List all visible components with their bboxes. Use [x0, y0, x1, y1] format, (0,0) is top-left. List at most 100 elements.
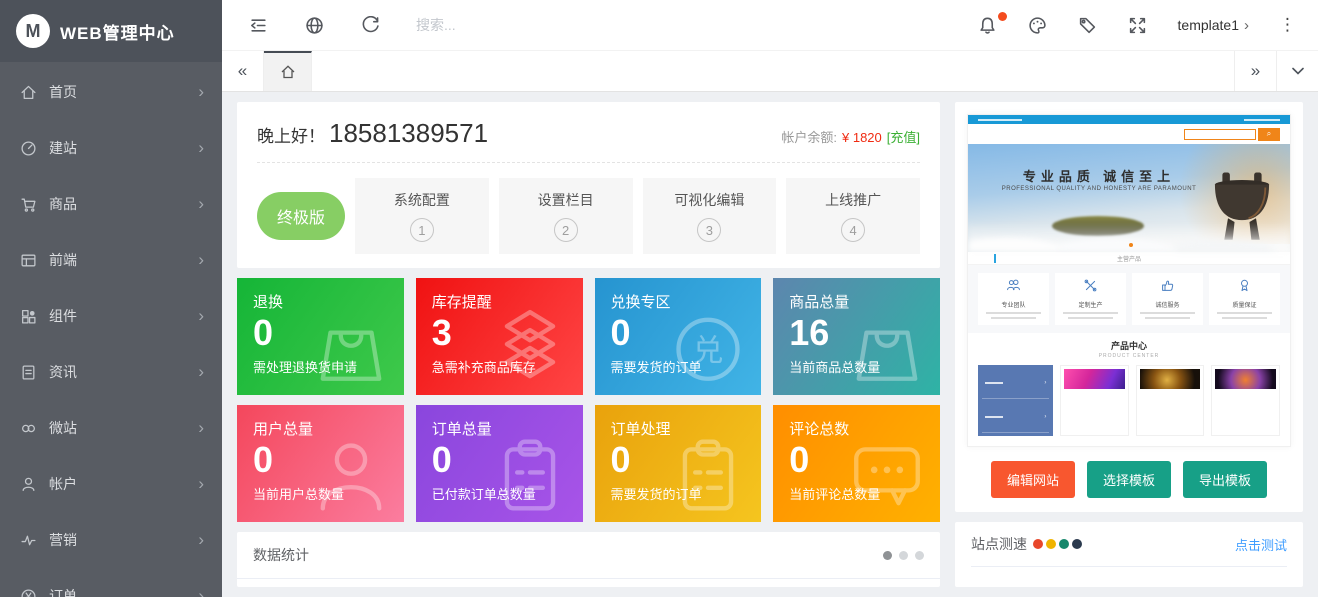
feature-card-custom: 定制生产: [1055, 273, 1126, 325]
chat-icon: [846, 434, 928, 516]
edition-badge[interactable]: 终极版: [257, 192, 345, 240]
refresh-button[interactable]: [360, 15, 380, 35]
feature-text-line: [1140, 312, 1195, 314]
site-preview[interactable]: ⌕: [967, 114, 1291, 447]
feature-text-line: [1145, 317, 1190, 319]
tab-home[interactable]: [264, 51, 312, 91]
tab-bar: « »: [222, 50, 1318, 92]
tab-bar-spacer: [312, 51, 1234, 91]
preview-products-row: › ›: [968, 359, 1290, 446]
carousel-dots: [883, 551, 924, 560]
recharge-link[interactable]: [充值]: [887, 127, 920, 146]
sidebar-item-site-build[interactable]: 建站 ›: [0, 120, 222, 176]
feature-text-line: [1217, 312, 1272, 314]
collapse-sidebar-button[interactable]: [248, 15, 268, 35]
tabs-scroll-right-button[interactable]: »: [1234, 51, 1276, 91]
stats-row-2: 用户总量 0 当前用户总数量 订单总量 0 已付款订单总数量 订单处理 0: [237, 405, 940, 522]
template-selector[interactable]: template1 ›: [1178, 17, 1249, 34]
preview-topbar-text: [978, 119, 1022, 121]
thumbs-up-icon: [1160, 278, 1175, 293]
sidebar-item-home[interactable]: 首页 ›: [0, 64, 222, 120]
clipboard-icon: [489, 434, 571, 516]
main-area: template1 › ⋮ « »: [222, 0, 1318, 597]
feature-text-line: [991, 317, 1036, 319]
sidebar-item-label: 商品: [49, 194, 198, 214]
step-go-live[interactable]: 上线推广 4: [786, 178, 920, 254]
speed-value: 0s: [971, 581, 1007, 587]
nav-label: 主营产品: [968, 254, 1290, 263]
dotted-divider: [257, 162, 920, 163]
greeting-row: 晚上好！ 18581389571 帐户余额: ¥ 1820 [充值]: [257, 118, 920, 149]
sidebar-item-microsite[interactable]: 微站 ›: [0, 400, 222, 456]
gauge-icon: [20, 140, 37, 157]
sidebar-item-components[interactable]: 组件 ›: [0, 288, 222, 344]
sidebar-item-products[interactable]: 商品 ›: [0, 176, 222, 232]
sidebar-item-news[interactable]: 资讯 ›: [0, 344, 222, 400]
stat-card-order-total[interactable]: 订单总量 0 已付款订单总数量: [416, 405, 583, 522]
notifications-button[interactable]: [978, 15, 998, 35]
step-number: 1: [410, 218, 434, 242]
sidebar-item-marketing[interactable]: 营销 ›: [0, 512, 222, 568]
chevron-down-icon: [1292, 65, 1304, 77]
category-menu-item: ›: [982, 368, 1049, 399]
tabs-scroll-left-button[interactable]: «: [222, 51, 264, 91]
layers-icon: [489, 307, 571, 389]
product-category-menu: › ›: [978, 365, 1053, 436]
tags-button[interactable]: [1078, 15, 1098, 35]
theme-button[interactable]: [1028, 15, 1048, 35]
components-icon: [20, 308, 37, 325]
sidebar-menu: 首页 › 建站 › 商品 › 前端 › 组件 ›: [0, 62, 222, 597]
sidebar-item-orders[interactable]: 订单 ›: [0, 568, 222, 597]
language-button[interactable]: [304, 15, 324, 35]
pulse-icon: [20, 532, 37, 549]
step-setup-columns[interactable]: 设置栏目 2: [499, 178, 633, 254]
feature-card-team: 专业团队: [978, 273, 1049, 325]
people-icon: [1006, 278, 1021, 293]
stat-card-comment-total[interactable]: 评论总数 0 当前评论总数量: [773, 405, 940, 522]
choose-template-button[interactable]: 选择模板: [1087, 461, 1171, 498]
template-selector-label: template1: [1178, 17, 1239, 33]
document-icon: [20, 364, 37, 381]
fullscreen-button[interactable]: [1128, 15, 1148, 35]
carousel-dot[interactable]: [899, 551, 908, 560]
search-input[interactable]: [416, 17, 626, 33]
sidebar-item-frontend[interactable]: 前端 ›: [0, 232, 222, 288]
link-icon: [20, 420, 37, 437]
tabs-menu-button[interactable]: [1276, 51, 1318, 91]
edit-site-button[interactable]: 编辑网站: [991, 461, 1075, 498]
setup-steps: 终极版 系统配置 1 设置栏目 2 可视化编辑 3: [257, 178, 920, 254]
sidebar-item-account[interactable]: 帐户 ›: [0, 456, 222, 512]
stat-card-returns[interactable]: 退换 0 需处理退换货申请: [237, 278, 404, 395]
app-title: WEB管理中心: [60, 19, 175, 44]
exchange-icon: 兑: [667, 307, 749, 389]
feature-text-line: [1222, 317, 1267, 319]
speed-test-card: 站点测速 点击测试 0s 下载用时(秒): [955, 522, 1303, 587]
chevron-right-icon: ›: [198, 586, 204, 597]
account-balance: 帐户余额: ¥ 1820 [充值]: [781, 127, 920, 146]
run-speed-test-link[interactable]: 点击测试: [1235, 535, 1287, 554]
stat-card-user-total[interactable]: 用户总量 0 当前用户总数量: [237, 405, 404, 522]
bag-icon: [310, 307, 392, 389]
user-icon: [20, 476, 37, 493]
logo-mark: M: [16, 14, 50, 48]
export-template-button[interactable]: 导出模板: [1183, 461, 1267, 498]
feature-title: 专业团队: [981, 300, 1046, 309]
clipboard-icon: [667, 434, 749, 516]
sidebar-item-label: 帐户: [49, 474, 198, 494]
step-visual-edit[interactable]: 可视化编辑 3: [643, 178, 777, 254]
stat-card-product-total[interactable]: 商品总量 16 当前商品总数量: [773, 278, 940, 395]
step-title: 设置栏目: [538, 190, 594, 210]
stat-card-stock-alert[interactable]: 库存提醒 3 急需补充商品库存: [416, 278, 583, 395]
stat-card-order-processing[interactable]: 订单处理 0 需要发货的订单: [595, 405, 762, 522]
sidebar-item-label: 组件: [49, 306, 198, 326]
carousel-dot[interactable]: [915, 551, 924, 560]
carousel-dot[interactable]: [883, 551, 892, 560]
sidebar: M WEB管理中心 首页 › 建站 › 商品 › 前端 ›: [0, 0, 222, 597]
home-icon: [20, 84, 37, 101]
step-system-config[interactable]: 系统配置 1: [355, 178, 489, 254]
stat-card-exchange[interactable]: 兑换专区 0 需要发货的订单 兑: [595, 278, 762, 395]
feature-title: 定制生产: [1058, 300, 1123, 309]
home-icon: [280, 64, 296, 80]
more-menu-button[interactable]: ⋮: [1279, 15, 1296, 35]
hero-subtitle: PROFESSIONAL QUALITY AND HONESTY ARE PAR…: [968, 186, 1230, 192]
